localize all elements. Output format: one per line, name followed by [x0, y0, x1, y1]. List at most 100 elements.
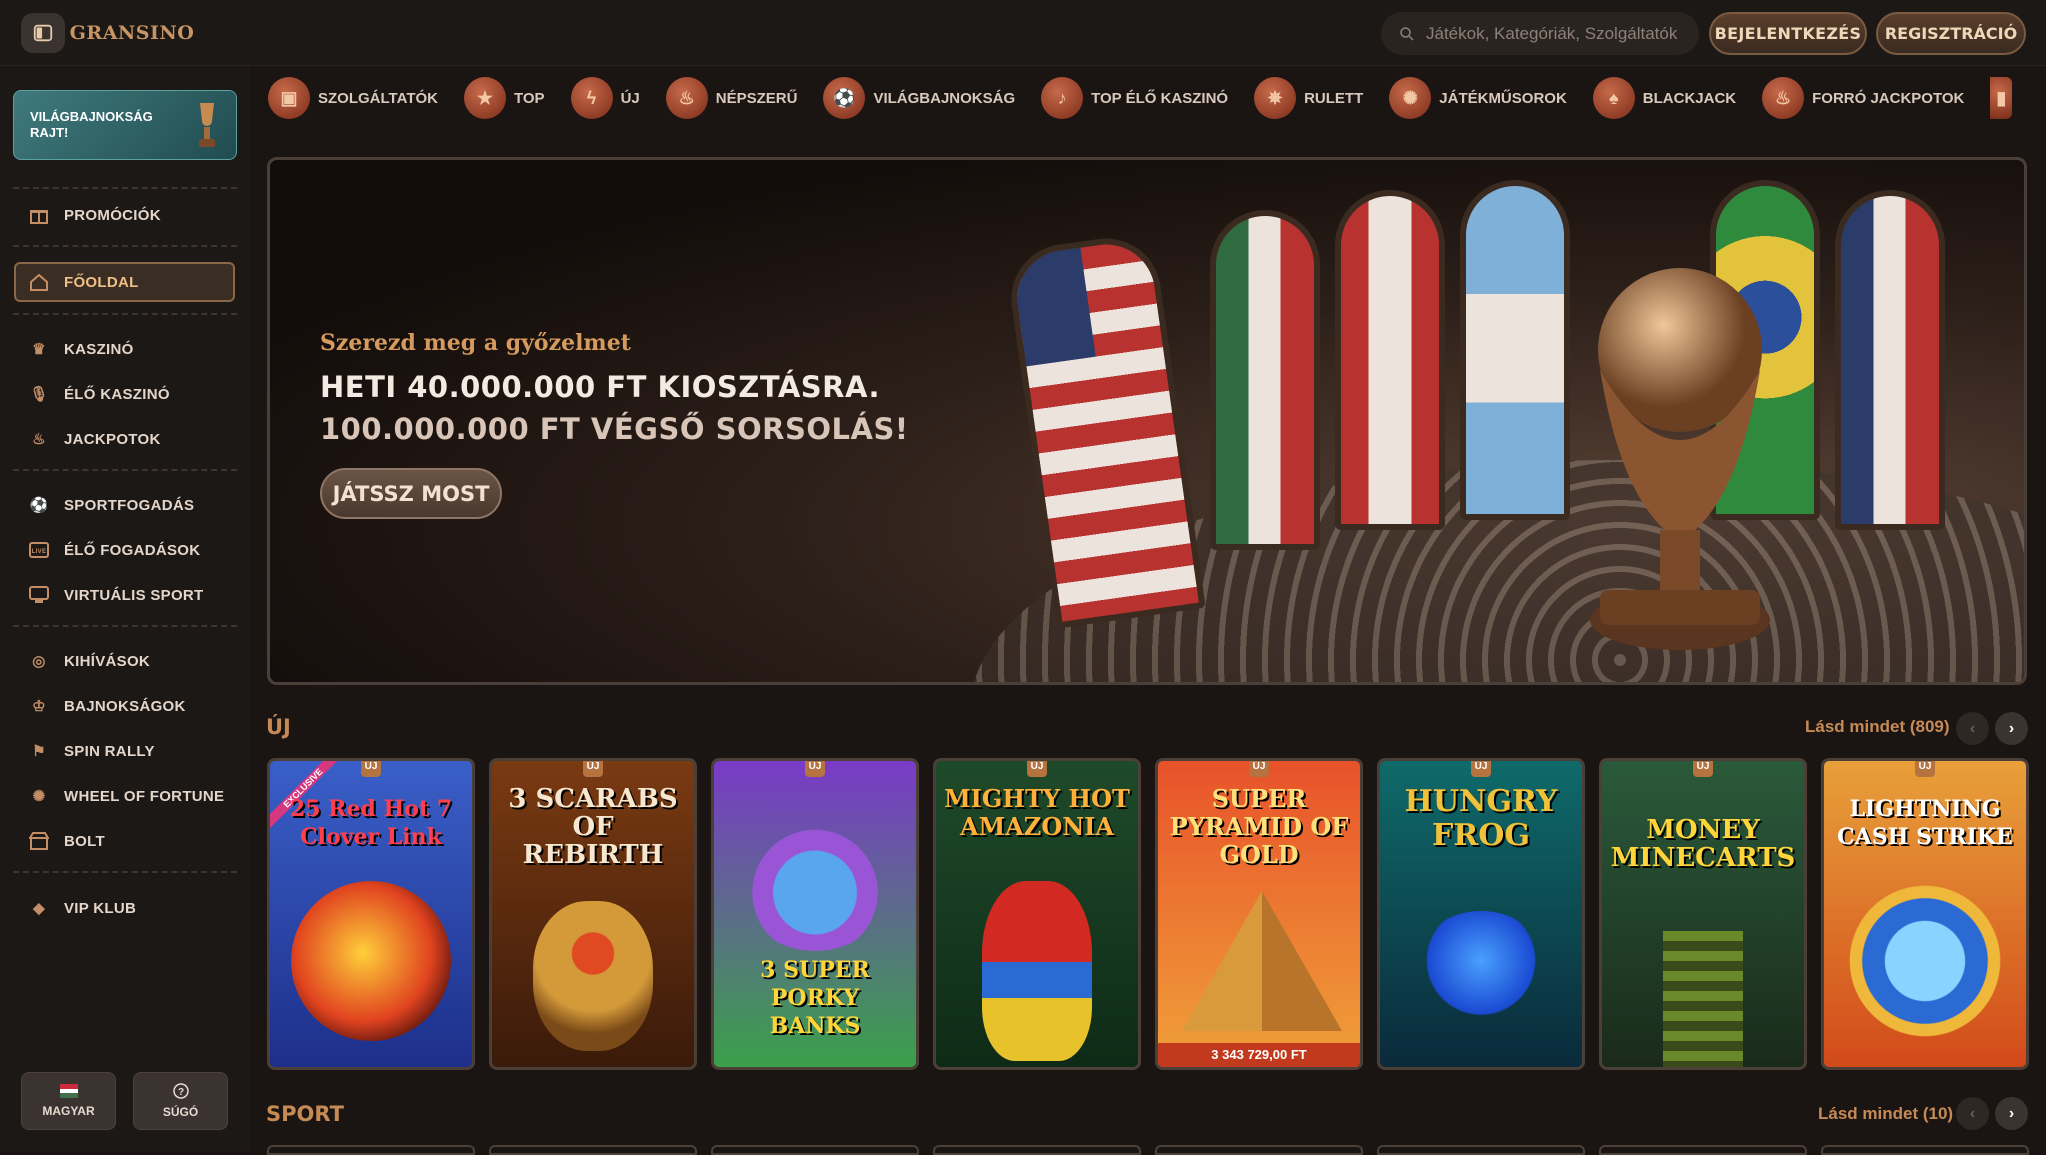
- register-button[interactable]: REGISZTRÁCIÓ: [1876, 12, 2026, 55]
- shop-icon: [28, 830, 50, 852]
- sidebar-item-live-casino[interactable]: 🎙 ÉLŐ KASZINÓ: [28, 377, 170, 411]
- scarab-art: [533, 901, 653, 1051]
- sport-card[interactable]: [1821, 1145, 2029, 1155]
- chevron-right-icon: ›: [2008, 1104, 2015, 1122]
- category-popular[interactable]: ♨ NÉPSZERŰ: [665, 77, 797, 119]
- sport-card[interactable]: [933, 1145, 1141, 1155]
- sport-card[interactable]: [1377, 1145, 1585, 1155]
- sidebar-item-wheel-of-fortune[interactable]: ✺ WHEEL OF FORTUNE: [28, 779, 224, 813]
- mexico-flag-image: [1210, 210, 1320, 550]
- game-card[interactable]: ÚJ 3 SCARABS OF REBIRTH: [489, 758, 697, 1070]
- sidebar-item-label: ÉLŐ KASZINÓ: [64, 385, 170, 403]
- wheel-icon: ✺: [1389, 77, 1432, 119]
- new-badge: ÚJ: [1027, 761, 1047, 777]
- sidebar-item-label: BAJNOKSÁGOK: [64, 697, 186, 715]
- sidebar-item-jackpots[interactable]: ♨ JACKPOTOK: [28, 422, 161, 456]
- game-card[interactable]: ÚJ MONEY MINECARTS: [1599, 758, 1807, 1070]
- sidebar-item-sports-betting[interactable]: ⚽ SPORTFOGADÁS: [28, 488, 194, 522]
- game-card[interactable]: ÚJ HUNGRY FROG: [1377, 758, 1585, 1070]
- sidebar-item-virtual-sport[interactable]: VIRTUÁLIS SPORT: [28, 578, 204, 612]
- next-arrow-button[interactable]: ›: [1995, 712, 2028, 745]
- category-top-live-casino[interactable]: ♪ TOP ÉLŐ KASZINÓ: [1041, 77, 1228, 119]
- category-blackjack[interactable]: ♠ BLACKJACK: [1592, 77, 1737, 119]
- providers-icon: ▣: [268, 77, 310, 119]
- category-game-shows[interactable]: ✺ JÁTÉKMŰSOROK: [1389, 77, 1567, 119]
- sidebar-item-label: ÉLŐ FOGADÁSOK: [64, 541, 201, 559]
- divider: [13, 871, 237, 873]
- help-icon: ?: [172, 1083, 189, 1099]
- new-badge: ÚJ: [361, 761, 381, 777]
- sidebar-item-live-bets[interactable]: LIVE ÉLŐ FOGADÁSOK: [28, 533, 200, 567]
- sidebar-item-label: VIRTUÁLIS SPORT: [64, 586, 204, 604]
- chevron-left-icon: ‹: [1969, 719, 1976, 737]
- sidebar-item-label: PROMÓCIÓK: [64, 206, 161, 224]
- gift-icon: [28, 204, 50, 226]
- language-button[interactable]: MAGYAR: [21, 1072, 116, 1130]
- sport-card[interactable]: [489, 1145, 697, 1155]
- sidebar-item-tournaments[interactable]: ♔ BAJNOKSÁGOK: [28, 689, 186, 723]
- section-title-sport: SPORT: [266, 1102, 344, 1126]
- logo[interactable]: GRANSINO: [70, 8, 194, 58]
- frog-art: [1416, 911, 1546, 1021]
- search-bar[interactable]: [1381, 12, 1699, 55]
- game-card[interactable]: ÚJ SUPER PYRAMID OF GOLD 3 343 729,00 FT: [1155, 758, 1363, 1070]
- category-world-cup[interactable]: ⚽ VILÁGBAJNOKSÁG: [823, 77, 1015, 119]
- sidebar-item-challenges[interactable]: ◎ KIHÍVÁSOK: [28, 644, 150, 678]
- sidebar-item-casino[interactable]: ♛ KASZINÓ: [28, 332, 134, 366]
- lightning-orb-art: [1845, 881, 2005, 1041]
- sport-card[interactable]: [1599, 1145, 1807, 1155]
- sidebar-item-promotions[interactable]: PROMÓCIÓK: [28, 198, 161, 232]
- new-badge: ÚJ: [583, 761, 603, 777]
- language-label: MAGYAR: [42, 1104, 95, 1118]
- game-card[interactable]: ÚJ 3 SUPER PORKY BANKS: [711, 758, 919, 1070]
- fire-icon: ♨: [665, 77, 708, 119]
- microphone-icon: 🎙: [29, 386, 49, 403]
- sidebar-item-spin-rally[interactable]: ⚑ SPIN RALLY: [28, 734, 155, 768]
- new-badge: ÚJ: [1915, 761, 1935, 777]
- sidebar-toggle-button[interactable]: [21, 13, 65, 53]
- category-roulette[interactable]: ✵ RULETT: [1254, 77, 1363, 119]
- category-more[interactable]: ▮: [1990, 77, 2013, 119]
- see-all-sport-link[interactable]: Lásd mindet (10): [1818, 1104, 1953, 1124]
- world-cup-banner[interactable]: VILÁGBAJNOKSÁG RAJT!: [13, 90, 237, 160]
- prev-arrow-button[interactable]: ‹: [1956, 712, 1989, 745]
- sport-card[interactable]: [711, 1145, 919, 1155]
- game-card[interactable]: ÚJ LIGHTNING CASH STRIKE: [1821, 758, 2029, 1070]
- category-hot-jackpots[interactable]: ♨ FORRÓ JACKPOTOK: [1762, 77, 1964, 119]
- category-label: BLACKJACK: [1642, 89, 1737, 107]
- see-all-new-link[interactable]: Lásd mindet (809): [1805, 717, 1950, 737]
- category-providers[interactable]: ▣ SZOLGÁLTATÓK: [268, 77, 438, 119]
- game-title: 3 SCARABS OF REBIRTH: [508, 784, 678, 870]
- prev-arrow-button[interactable]: ‹: [1956, 1097, 1989, 1130]
- search-input[interactable]: [1426, 23, 1686, 44]
- sidebar-item-home[interactable]: FŐOLDAL: [28, 265, 139, 299]
- sidebar-item-shop[interactable]: BOLT: [28, 824, 105, 858]
- svg-text:LIVE: LIVE: [32, 549, 47, 555]
- star-icon: ★: [463, 77, 506, 119]
- sport-card[interactable]: [267, 1145, 475, 1155]
- hero-banner[interactable]: Szerezd meg a győzelmet HETI 40.000.000 …: [267, 157, 2027, 685]
- sidebar-item-vip-club[interactable]: ◆ VIP KLUB: [28, 891, 136, 925]
- login-button[interactable]: BEJELENTKEZÉS: [1709, 12, 1867, 55]
- chevron-right-icon: ›: [2008, 719, 2015, 737]
- category-top[interactable]: ★ TOP: [463, 77, 545, 119]
- category-label: ÚJ: [620, 89, 640, 107]
- wheel-icon: ✺: [32, 788, 46, 805]
- category-new[interactable]: ϟ ÚJ: [570, 77, 640, 119]
- sport-card[interactable]: [1155, 1145, 1363, 1155]
- hero-subtitle: Szerezd meg a győzelmet: [320, 330, 631, 356]
- parrot-art: [982, 881, 1092, 1061]
- game-card[interactable]: ÚJ MIGHTY HOT AMAZONIA: [933, 758, 1141, 1070]
- more-category-icon: ▮: [1990, 77, 2013, 119]
- canada-flag-image: [1335, 190, 1445, 530]
- next-arrow-button[interactable]: ›: [1995, 1097, 2028, 1130]
- category-bar: ▣ SZOLGÁLTATÓK ★ TOP ϟ ÚJ ♨ NÉPSZERŰ ⚽ VILÁGB…: [268, 70, 2028, 126]
- top-bar: GRANSINO BEJELENTKEZÉS REGISZTRÁCIÓ: [0, 0, 2046, 66]
- sidebar-item-label: JACKPOTOK: [64, 430, 161, 448]
- help-button[interactable]: ? SÚGÓ: [133, 1072, 228, 1130]
- help-label: SÚGÓ: [162, 1105, 199, 1119]
- minecart-track-art: [1663, 931, 1743, 1067]
- game-card[interactable]: ÚJ EXCLUSIVE 25 Red Hot 7 Clover Link: [267, 758, 475, 1070]
- play-now-button[interactable]: JÁTSSZ MOST: [320, 468, 502, 519]
- logo-text: GRANSINO: [69, 22, 195, 44]
